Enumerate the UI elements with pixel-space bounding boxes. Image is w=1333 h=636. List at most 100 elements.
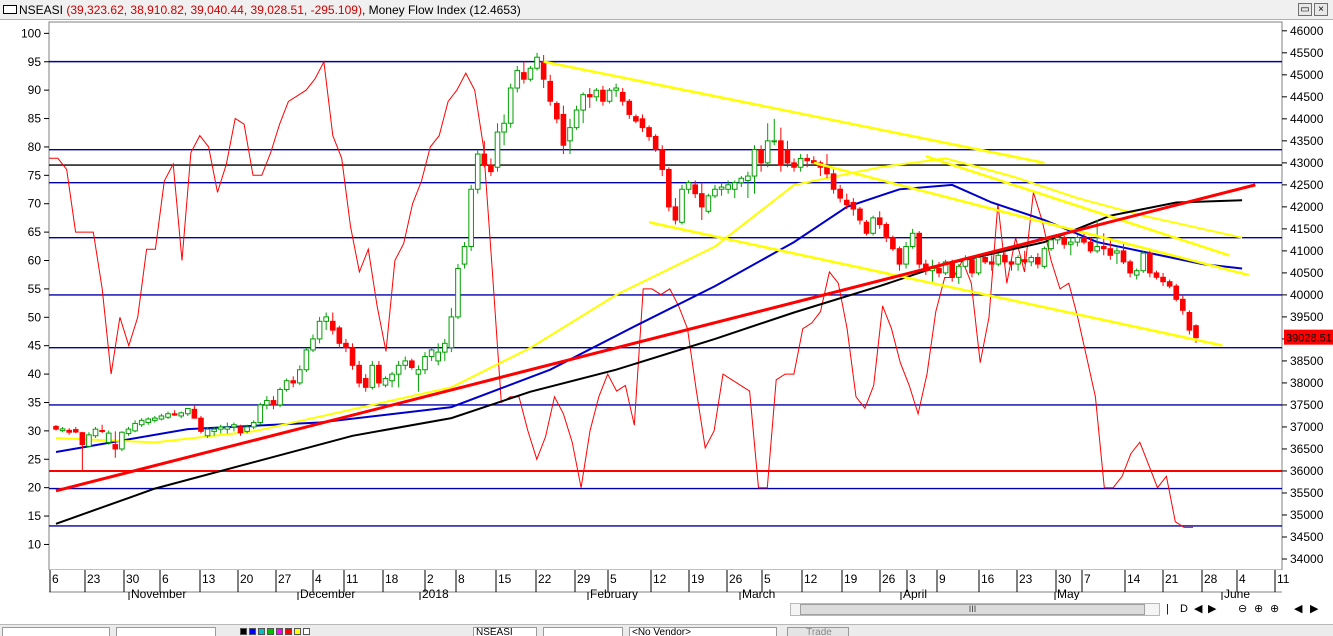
color-swatch-red[interactable] [285,628,292,635]
candle-body [362,378,369,388]
candle [303,347,310,372]
price-tick-label: 38500 [1290,354,1324,368]
symbol-box[interactable]: NSEASI [473,627,537,636]
candle-body [685,182,692,190]
color-swatch-white[interactable] [303,628,310,635]
candle-body [72,429,79,433]
nav-date-button[interactable]: D [1180,603,1188,616]
mfi-tick-label: 35 [28,395,42,409]
candle-body [119,431,125,450]
x-tick-label: 4 [315,572,322,586]
price-tick-label: 38000 [1290,376,1324,390]
nav-prev-icon[interactable]: ◀ [1194,603,1202,616]
vendor-select[interactable]: <No Vendor> [629,627,777,636]
candle [916,231,923,269]
candle-body [738,177,745,184]
candle-body [231,424,237,428]
candle-body [850,201,857,210]
scrollbar-thumb[interactable]: III [800,604,1145,615]
price-tick-label: 43000 [1290,156,1324,170]
chart-canvas[interactable]: 34000 34500 35000 35500 36000 36500 37000 37500… [0,20,1333,600]
zoom-out-icon[interactable]: ⊖ [1238,603,1247,616]
price-tick-label: 42500 [1290,178,1324,192]
color-swatch-green[interactable] [267,628,274,635]
candle-body [969,259,975,274]
x-tick-label: 14 [1127,572,1141,586]
candle-body [395,364,402,375]
x-tick-label: 7 [1084,572,1091,586]
price-tick-label: 44500 [1290,90,1324,104]
month-label: 2018 [422,587,449,600]
mfi-tick-label: 10 [28,537,42,551]
price-tick-label: 39500 [1290,310,1324,324]
candle-body [474,153,481,190]
candle-body [264,400,270,406]
restore-button[interactable]: ▭ [1298,3,1312,16]
group-select[interactable] [543,627,623,636]
candle-body [257,404,264,424]
mfi-tick-label: 50 [28,310,42,324]
price-tick-label: 42000 [1290,200,1324,214]
candle-body [1107,248,1114,256]
candle-body [613,87,619,91]
candle-body [936,267,942,274]
candle-body [1015,256,1021,265]
zoom-in-icon[interactable]: ⊕ [1254,603,1263,616]
x-tick-label: 11 [1277,572,1290,586]
candle-body [1094,245,1100,252]
candle [870,215,876,236]
candle-body [639,118,646,129]
candle-body [890,237,896,250]
candle-body [619,91,626,102]
candle-body [1186,312,1193,331]
candle-body [409,360,415,369]
candle-body [600,89,606,102]
x-tick-label: 6 [52,572,59,586]
candle-body [797,157,804,168]
x-tick-label: 27 [278,572,292,586]
price-tick-label: 37000 [1290,420,1324,434]
candle-body [237,426,244,434]
candle-body [758,149,764,164]
zoom-fit-icon[interactable]: ⊕ [1270,603,1279,616]
candle-body [277,389,283,406]
candle-body [896,248,903,265]
color-swatch-cyan[interactable] [258,628,265,635]
scroll-left-icon[interactable]: ◀ [1294,603,1302,616]
candle [975,255,982,276]
candle-body [903,245,909,265]
x-tick-label: 5 [610,572,617,586]
price-tick-label: 34000 [1290,552,1324,566]
candle-body [1074,237,1081,243]
close-button[interactable]: × [1314,3,1328,16]
candle-body [59,428,66,432]
interval-select[interactable] [2,627,110,636]
candle-body [1041,248,1048,267]
trade-button[interactable]: Trade [787,627,849,636]
price-tick-label: 37500 [1290,398,1324,412]
price-tick-label: 43500 [1290,134,1324,148]
candle-body [448,316,455,349]
color-swatch-magenta[interactable] [276,628,283,635]
candle-body [171,413,178,416]
candle-body [988,261,995,265]
color-swatch-yellow[interactable] [294,628,301,635]
candle-body [382,378,389,386]
candle-body [79,432,86,446]
price-tick-label: 34500 [1290,530,1324,544]
candle-body [521,72,527,80]
color-swatch-black[interactable] [240,628,247,635]
plot-area [48,21,1283,571]
x-tick-label: 30 [1058,572,1072,586]
candle-body [86,434,92,447]
template-select[interactable] [116,627,216,636]
candle-body [1021,259,1028,263]
scroll-right-icon[interactable]: ▶ [1310,603,1318,616]
price-tick-label: 35000 [1290,508,1324,522]
mfi-tick-label: 30 [28,424,42,438]
nav-next-icon[interactable]: ▶ [1208,603,1216,616]
color-swatch-blue[interactable] [249,628,256,635]
nav-first-icon[interactable]: | [1166,603,1169,616]
candle-body [863,221,870,234]
candle-body [679,188,685,223]
